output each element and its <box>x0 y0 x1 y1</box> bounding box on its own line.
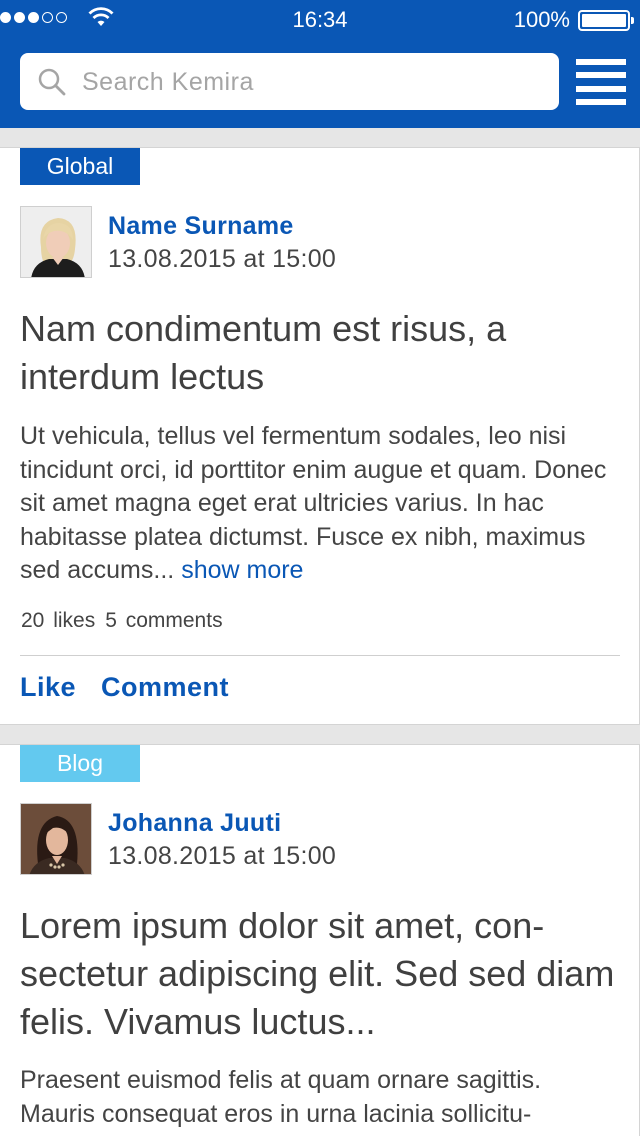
battery-icon <box>578 10 634 31</box>
avatar[interactable] <box>20 206 92 278</box>
category-tag[interactable]: Global <box>20 148 140 185</box>
post-excerpt: Ut vehicula, tellus vel fermentum sodale… <box>20 420 620 588</box>
status-bar: 16:34 100% <box>0 0 640 40</box>
avatar[interactable] <box>20 803 92 875</box>
comments-count[interactable]: 5 comments <box>105 609 222 632</box>
post-date: 13.08.2015 at 15:00 <box>108 245 337 273</box>
feed-card: Global Name Surname 13.08.2015 at 15:00 … <box>0 147 640 725</box>
post-title[interactable]: Lorem ipsum dolor sit amet, con-sectetur… <box>20 902 620 1046</box>
divider <box>20 655 620 656</box>
search-icon <box>38 68 66 96</box>
post-actions: Like Comment <box>20 672 229 703</box>
battery-percent: 100% <box>513 7 570 32</box>
comment-button[interactable]: Comment <box>101 672 229 703</box>
post-title[interactable]: Nam condimentum est risus, a interdum le… <box>20 305 620 401</box>
top-bar: 16:34 100% <box>0 0 640 128</box>
search-input[interactable] <box>82 63 542 101</box>
feed-card: Blog Johanna Juuti 13.08.2015 at 15:00 L… <box>0 744 640 1136</box>
avatar-photo <box>21 207 91 277</box>
post-date: 13.08.2015 at 15:00 <box>108 842 337 870</box>
likes-count[interactable]: 20 likes <box>21 609 95 632</box>
post-excerpt: Praesent euismod felis at quam ornare sa… <box>20 1066 542 1128</box>
category-tag[interactable]: Blog <box>20 745 140 782</box>
show-more-link[interactable]: show more <box>181 556 303 584</box>
search-bar[interactable] <box>20 53 559 110</box>
avatar-photo <box>21 804 91 874</box>
author-name[interactable]: Name Surname <box>108 212 294 241</box>
post-stats: 20 likes 5 comments <box>21 609 223 633</box>
like-button[interactable]: Like <box>20 672 76 703</box>
post-excerpt-text: Ut vehicula, tellus vel fermentum sodale… <box>20 422 607 584</box>
author-name[interactable]: Johanna Juuti <box>108 809 281 838</box>
hamburger-menu-icon[interactable] <box>576 59 626 105</box>
